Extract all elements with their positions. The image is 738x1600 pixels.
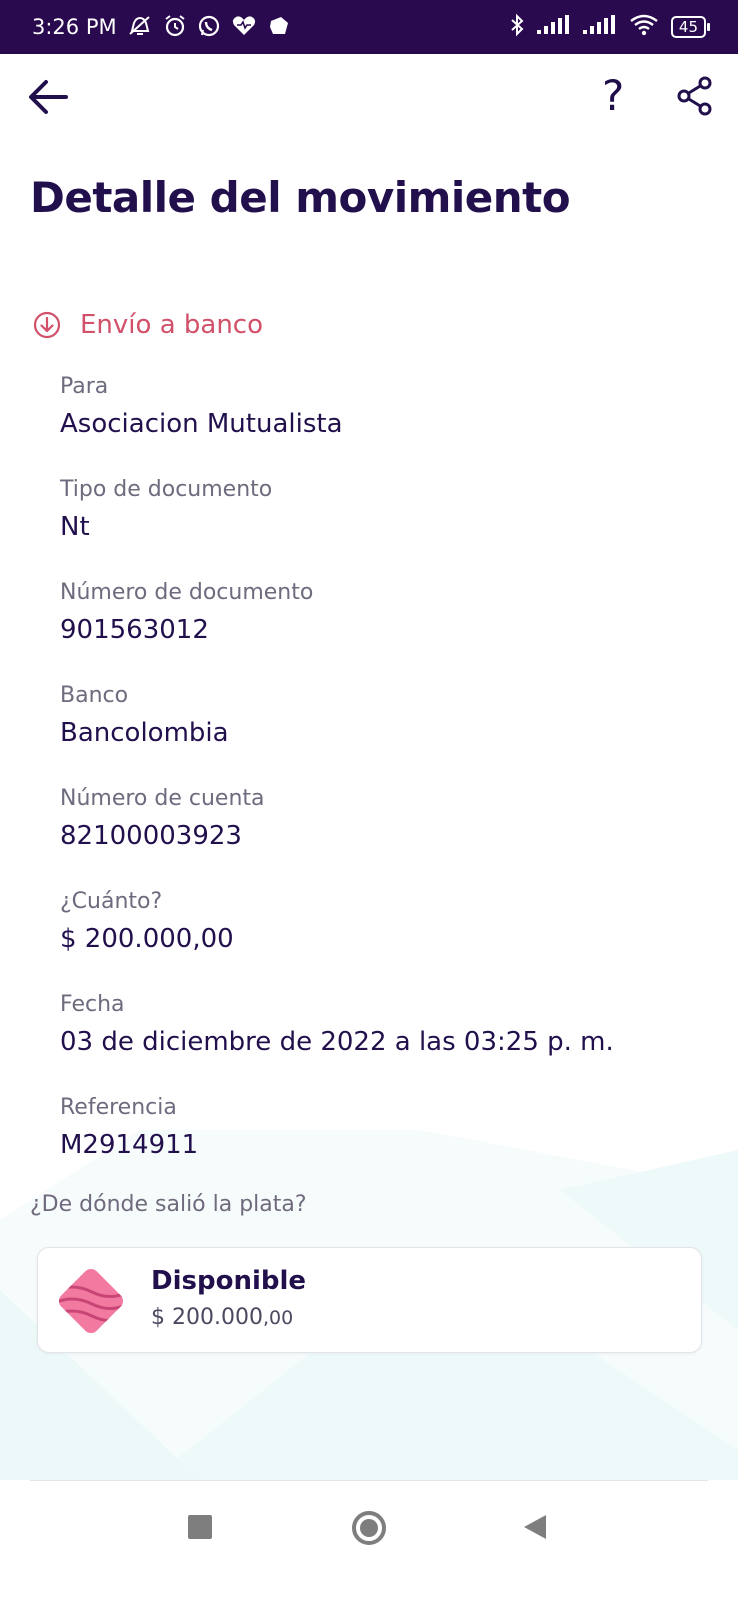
field-amount: ¿Cuánto? $ 200.000,00 xyxy=(60,887,700,990)
arrow-left-icon xyxy=(29,80,68,114)
battery-icon: 45 xyxy=(670,16,711,38)
field-value: Nt xyxy=(60,512,90,542)
pocket-amount-main: $ 200.000 xyxy=(151,1305,263,1330)
bluetooth-icon xyxy=(509,13,525,42)
field-document-type: Tipo de documento Nt xyxy=(60,475,700,578)
field-label: Número de documento xyxy=(60,580,314,605)
signal-icon xyxy=(582,14,617,40)
arrow-down-circle-icon xyxy=(33,311,61,339)
pocket-icon xyxy=(55,1268,127,1334)
status-right: 45 xyxy=(509,13,711,42)
page-title: Detalle del movimiento xyxy=(30,173,571,222)
muted-notifications-icon xyxy=(127,15,153,40)
field-value: 03 de diciembre de 2022 a las 03:25 p. m… xyxy=(60,1027,614,1057)
field-reference: Referencia M2914911 xyxy=(60,1093,700,1196)
back-triangle-icon[interactable] xyxy=(524,1515,546,1539)
field-value: Bancolombia xyxy=(60,718,229,748)
back-button[interactable] xyxy=(28,76,70,118)
share-icon xyxy=(677,76,712,116)
share-button[interactable] xyxy=(676,76,714,116)
home-icon[interactable] xyxy=(352,1511,386,1545)
cube-icon xyxy=(267,15,291,40)
field-account-number: Número de cuenta 82100003923 xyxy=(60,784,700,887)
field-bank: Banco Bancolombia xyxy=(60,681,700,784)
field-label: Fecha xyxy=(60,992,125,1017)
field-label: ¿Cuánto? xyxy=(60,889,163,914)
field-label: Para xyxy=(60,374,109,399)
transaction-type-label: Envío a banco xyxy=(80,310,264,340)
transaction-type: Envío a banco xyxy=(32,310,263,340)
field-value: $ 200.000,00 xyxy=(60,924,234,954)
recent-apps-icon[interactable] xyxy=(188,1515,212,1539)
system-nav-bar xyxy=(0,1481,738,1600)
source-question: ¿De dónde salió la plata? xyxy=(30,1192,307,1217)
pocket-amount: $ 200.000,00 xyxy=(151,1305,293,1330)
field-value: M2914911 xyxy=(60,1130,199,1160)
field-label: Banco xyxy=(60,683,129,708)
app-bar: ? xyxy=(0,54,738,142)
field-label: Tipo de documento xyxy=(60,477,273,502)
pocket-amount-cents: ,00 xyxy=(262,1307,294,1329)
signal-icon xyxy=(536,14,571,40)
field-label: Referencia xyxy=(60,1095,177,1120)
status-bar: 3:26 PM 45 xyxy=(0,0,738,54)
status-left: 3:26 PM xyxy=(32,14,291,41)
field-value: 82100003923 xyxy=(60,821,242,851)
alarm-icon xyxy=(163,14,187,41)
help-icon: ? xyxy=(602,71,625,120)
wifi-icon xyxy=(629,14,659,41)
field-label: Número de cuenta xyxy=(60,786,265,811)
source-pocket-card[interactable]: Disponible $ 200.000,00 xyxy=(37,1247,702,1353)
details-list: Para Asociacion Mutualista Tipo de docum… xyxy=(60,372,700,1196)
field-date: Fecha 03 de diciembre de 2022 a las 03:2… xyxy=(60,990,700,1093)
status-time: 3:26 PM xyxy=(32,15,117,39)
field-document-number: Número de documento 901563012 xyxy=(60,578,700,681)
help-button[interactable]: ? xyxy=(602,70,624,122)
whatsapp-icon xyxy=(197,14,221,41)
field-value: 901563012 xyxy=(60,615,209,645)
battery-level: 45 xyxy=(678,18,698,36)
field-recipient: Para Asociacion Mutualista xyxy=(60,372,700,475)
pocket-name: Disponible xyxy=(151,1266,307,1296)
health-icon xyxy=(231,15,257,40)
field-value: Asociacion Mutualista xyxy=(60,409,343,439)
